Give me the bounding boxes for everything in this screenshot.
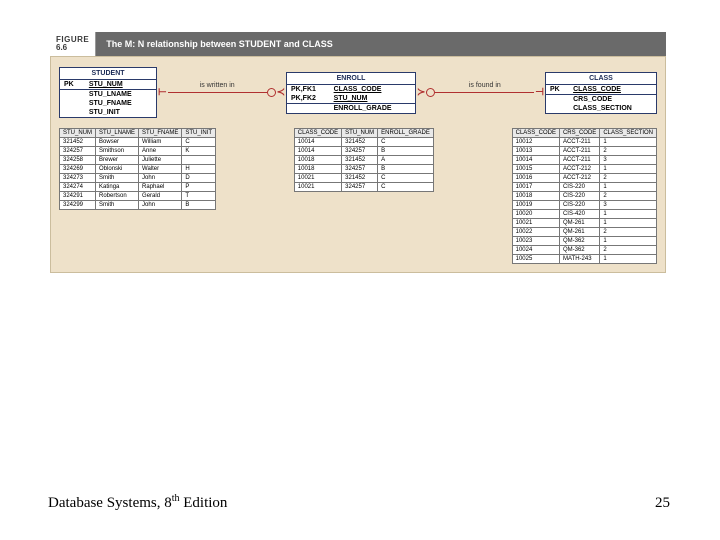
entity-class-attrs: PKCLASS_CODECRS_CODECLASS_SECTION [546,85,656,113]
erd-row: STUDENT PKSTU_NUMSTU_LNAMESTU_FNAMESTU_I… [59,67,657,118]
connector-left: ⊢ is written in ≺ [157,88,286,98]
entity-student-attrs: PKSTU_NUMSTU_LNAMESTU_FNAMESTU_INIT [60,80,156,117]
footer-text: Database Systems, 8th Edition [48,493,227,512]
connector-right: ≻ is found in ⊣ [416,88,545,98]
rel-left-label: is written in [200,82,235,89]
ring-icon [267,88,276,97]
entity-enroll-attrs: PK,FK1CLASS_CODEPK,FK2STU_NUMENROLL_GRAD… [287,85,415,113]
footer-part-b: Edition [180,495,228,511]
rel-right-label: is found in [469,82,501,89]
figure-number: 6.6 [56,44,89,52]
entity-class: CLASS PKCLASS_CODECRS_CODECLASS_SECTION [545,72,657,114]
table-class: CLASS_CODECRS_CODECLASS_SECTION10012ACCT… [512,128,657,264]
entity-enroll-name: ENROLL [287,73,415,85]
crowfoot-icon: ≻ [416,88,426,98]
table-enroll: CLASS_CODESTU_NUMENROLL_GRADE10014321452… [294,128,434,192]
entity-student-name: STUDENT [60,68,156,80]
entity-enroll: ENROLL PK,FK1CLASS_CODEPK,FK2STU_NUMENRO… [286,72,416,114]
ring-icon [426,88,435,97]
data-tables-row: STU_NUMSTU_LNAMESTU_FNAMESTU_INIT321452B… [59,128,657,264]
entity-class-name: CLASS [546,73,656,85]
figure-header: FIGURE 6.6 The M: N relationship between… [50,32,666,56]
crowfoot-icon: ⊣ [534,88,545,98]
figure-title: The M: N relationship between STUDENT an… [96,32,666,56]
table-student: STU_NUMSTU_LNAMESTU_FNAMESTU_INIT321452B… [59,128,216,210]
diagram-canvas: STUDENT PKSTU_NUMSTU_LNAMESTU_FNAMESTU_I… [50,56,666,273]
footer-part-a: Database Systems, 8 [48,495,172,511]
page-number: 25 [655,495,670,512]
crowfoot-icon: ≺ [276,88,286,98]
crowfoot-icon: ⊢ [157,88,168,98]
figure-number-box: FIGURE 6.6 [50,32,96,56]
entity-student: STUDENT PKSTU_NUMSTU_LNAMESTU_FNAMESTU_I… [59,67,157,118]
figure-6-6: FIGURE 6.6 The M: N relationship between… [50,32,666,273]
footer-sup: th [172,493,180,504]
